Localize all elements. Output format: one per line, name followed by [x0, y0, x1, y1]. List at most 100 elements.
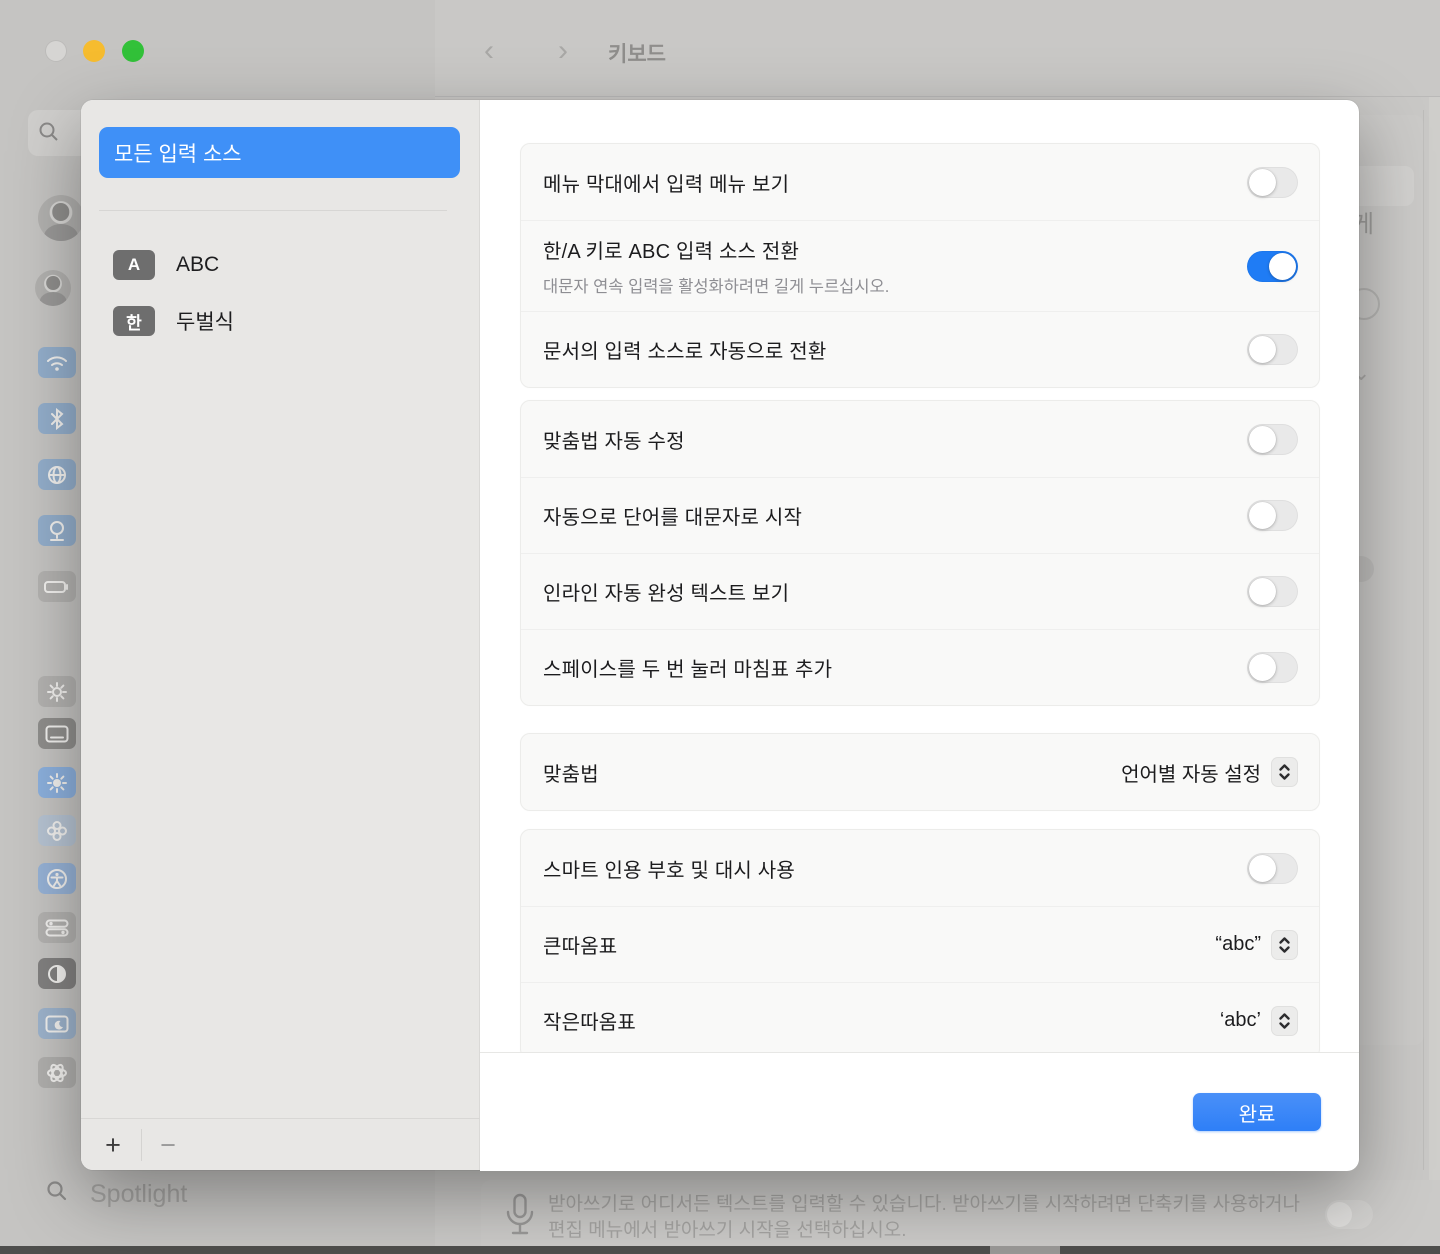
- sheet-sidebar: 모든 입력 소스 A ABC 한 두벌식 + −: [81, 100, 480, 1170]
- setting-label: 인라인 자동 완성 텍스트 보기: [543, 577, 1247, 606]
- zoom-button[interactable]: [122, 40, 144, 62]
- bluetooth-icon[interactable]: [38, 403, 76, 434]
- vpn-globe-icon[interactable]: [38, 515, 76, 546]
- user-avatar[interactable]: [38, 195, 84, 241]
- select-value: “abc”: [1215, 933, 1261, 956]
- settings-scroll-area: 메뉴 막대에서 입력 메뉴 보기한/A 키로 ABC 입력 소스 전환대문자 연…: [480, 100, 1359, 1052]
- control-center-icon[interactable]: [38, 912, 76, 943]
- forward-icon[interactable]: ›: [558, 34, 568, 68]
- setting-toggle[interactable]: [1247, 167, 1298, 198]
- settings-row: 맞춤법언어별 자동 설정: [521, 734, 1319, 810]
- desktop-strip-highlight: [990, 1246, 1060, 1254]
- settings-row: 문서의 입력 소스로 자동으로 전환: [521, 311, 1319, 387]
- input-sources-sheet: 모든 입력 소스 A ABC 한 두벌식 + − 메뉴 막대에서 입력 메뉴 보기한/…: [81, 100, 1359, 1170]
- sidebar-bottom-bar: + −: [81, 1118, 480, 1171]
- sidebar-item-spotlight-label[interactable]: Spotlight: [90, 1180, 187, 1209]
- setting-label: 메뉴 막대에서 입력 메뉴 보기: [543, 168, 1247, 197]
- general-gear-icon[interactable]: [38, 676, 76, 707]
- lock-screen-icon[interactable]: [38, 1008, 76, 1039]
- setting-label: 스마트 인용 부호 및 대시 사용: [543, 854, 1247, 883]
- sidebar-item-label: 모든 입력 소스: [114, 138, 242, 168]
- scrollbar-track[interactable]: [1429, 97, 1440, 1254]
- toggle-knob: [1249, 654, 1276, 681]
- stepper-icon[interactable]: [1271, 930, 1298, 960]
- setting-toggle[interactable]: [1247, 853, 1298, 884]
- settings-row: 스페이스를 두 번 눌러 마침표 추가: [521, 629, 1319, 705]
- settings-row: 큰따옴표“abc”: [521, 906, 1319, 982]
- settings-group: 메뉴 막대에서 입력 메뉴 보기한/A 키로 ABC 입력 소스 전환대문자 연…: [520, 143, 1320, 388]
- appearance-contrast-icon[interactable]: [38, 958, 76, 989]
- stepper-icon[interactable]: [1271, 1006, 1298, 1036]
- add-input-source-button[interactable]: +: [93, 1125, 133, 1165]
- setting-toggle[interactable]: [1247, 576, 1298, 607]
- spotlight-search-icon[interactable]: [38, 1175, 76, 1206]
- settings-group: 맞춤법언어별 자동 설정: [520, 733, 1320, 811]
- settings-row: 맞춤법 자동 수정: [521, 401, 1319, 477]
- input-source-label: 두벌식: [176, 306, 234, 336]
- dictation-toggle[interactable]: [1325, 1200, 1373, 1229]
- setting-label: 맞춤법: [543, 758, 1121, 787]
- setting-toggle[interactable]: [1247, 424, 1298, 455]
- setting-select[interactable]: ‘abc’: [1220, 1006, 1298, 1036]
- siri-flower-icon[interactable]: [38, 815, 76, 846]
- setting-toggle[interactable]: [1247, 500, 1298, 531]
- setting-toggle[interactable]: [1247, 652, 1298, 683]
- displays-sun-icon[interactable]: [38, 767, 76, 798]
- network-globe-icon[interactable]: [38, 459, 76, 490]
- settings-row: 인라인 자동 완성 텍스트 보기: [521, 553, 1319, 629]
- minimize-button[interactable]: [83, 40, 105, 62]
- setting-toggle[interactable]: [1247, 334, 1298, 365]
- input-source-label: ABC: [176, 253, 219, 277]
- sheet-content: 메뉴 막대에서 입력 메뉴 보기한/A 키로 ABC 입력 소스 전환대문자 연…: [480, 100, 1359, 1170]
- wifi-icon[interactable]: [38, 347, 76, 378]
- screensaver-atom-icon[interactable]: [38, 1057, 76, 1088]
- setting-label: 문서의 입력 소스로 자동으로 전환: [543, 335, 1247, 364]
- desktop-strip: [0, 1246, 1440, 1254]
- accessibility-icon[interactable]: [38, 863, 76, 894]
- setting-label: 한/A 키로 ABC 입력 소스 전환: [543, 235, 1247, 264]
- sheet-footer: 완료: [480, 1052, 1359, 1171]
- setting-sublabel: 대문자 연속 입력을 활성화하려면 길게 누르십시오.: [543, 273, 1247, 297]
- dictation-description: 받아쓰기로 어디서든 텍스트를 입력할 수 있습니다. 받아쓰기를 시작하려면 …: [548, 1192, 1318, 1244]
- settings-group: 스마트 인용 부호 및 대시 사용큰따옴표“abc”작은따옴표‘abc’: [520, 829, 1320, 1052]
- setting-label: 자동으로 단어를 대문자로 시작: [543, 501, 1247, 530]
- setting-select[interactable]: 언어별 자동 설정: [1121, 757, 1298, 787]
- setting-label: 맞춤법 자동 수정: [543, 425, 1247, 454]
- settings-row: 작은따옴표‘abc’: [521, 982, 1319, 1052]
- settings-row: 자동으로 단어를 대문자로 시작: [521, 477, 1319, 553]
- setting-toggle[interactable]: [1247, 251, 1298, 282]
- input-source-row[interactable]: 한 두벌식: [99, 296, 460, 346]
- setting-label: 작은따옴표: [543, 1006, 1220, 1035]
- setting-select[interactable]: “abc”: [1215, 930, 1298, 960]
- select-value: ‘abc’: [1220, 1009, 1261, 1032]
- settings-row: 스마트 인용 부호 및 대시 사용: [521, 830, 1319, 906]
- back-icon[interactable]: ‹: [484, 34, 494, 68]
- toggle-knob: [1249, 336, 1276, 363]
- keyboard-icon[interactable]: [38, 718, 76, 749]
- sidebar-item-all-input-sources[interactable]: 모든 입력 소스: [99, 127, 460, 178]
- toggle-knob: [1249, 169, 1276, 196]
- settings-group: 맞춤법 자동 수정자동으로 단어를 대문자로 시작인라인 자동 완성 텍스트 보…: [520, 400, 1320, 706]
- toggle-knob: [1249, 855, 1276, 882]
- input-source-row[interactable]: A ABC: [99, 240, 460, 290]
- select-value: 언어별 자동 설정: [1121, 758, 1261, 787]
- settings-row: 메뉴 막대에서 입력 메뉴 보기: [521, 144, 1319, 220]
- toggle-knob: [1249, 578, 1276, 605]
- done-button[interactable]: 완료: [1193, 1093, 1321, 1131]
- settings-row: 한/A 키로 ABC 입력 소스 전환대문자 연속 입력을 활성화하려면 길게 …: [521, 220, 1319, 311]
- page-title: 키보드: [608, 38, 666, 68]
- setting-label: 스페이스를 두 번 눌러 마침표 추가: [543, 653, 1247, 682]
- input-source-badge: A: [113, 250, 155, 280]
- background-card-edge: [1423, 110, 1424, 1170]
- battery-icon[interactable]: [38, 571, 76, 602]
- close-button[interactable]: [45, 40, 67, 62]
- sidebar-separator: [99, 210, 447, 211]
- search-icon: [38, 121, 60, 143]
- stepper-icon[interactable]: [1271, 757, 1298, 787]
- setting-label: 큰따옴표: [543, 930, 1215, 959]
- remove-input-source-button[interactable]: −: [148, 1125, 188, 1165]
- family-avatar[interactable]: [35, 270, 71, 306]
- microphone-icon: [505, 1192, 535, 1242]
- input-source-badge: 한: [113, 306, 155, 336]
- toggle-knob: [1249, 502, 1276, 529]
